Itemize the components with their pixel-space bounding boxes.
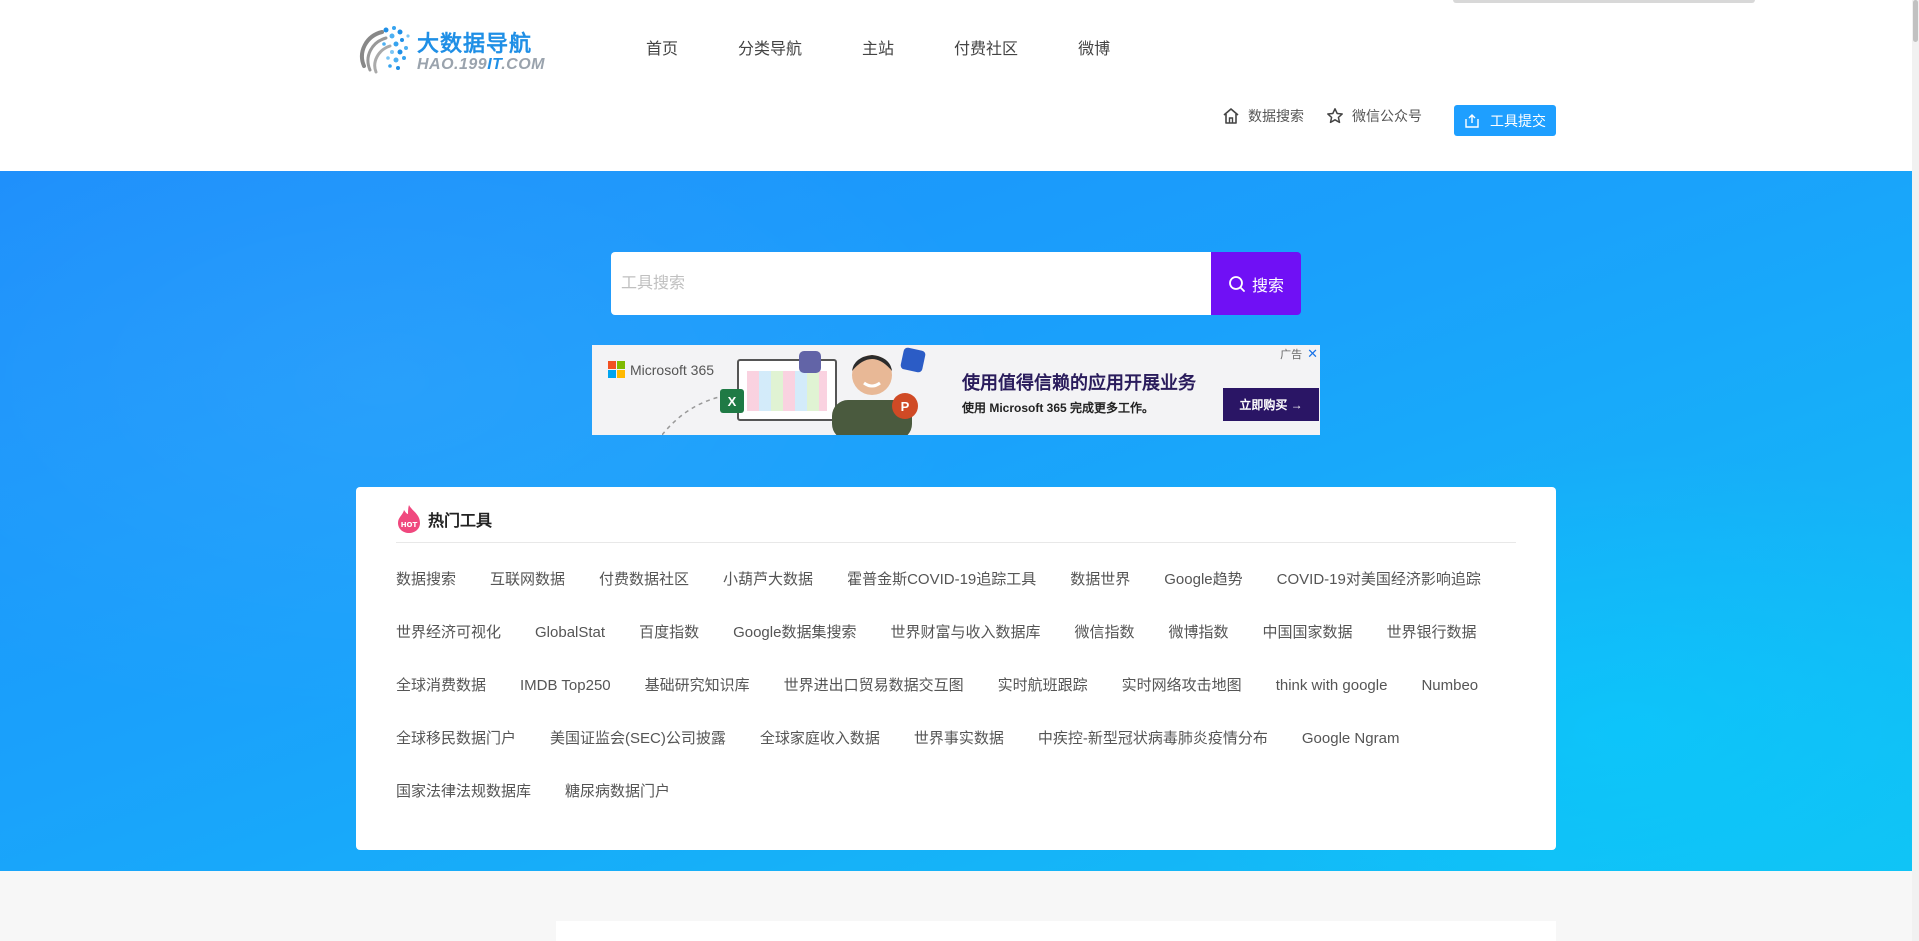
tool-link[interactable]: 实时航班跟踪	[998, 677, 1088, 730]
data-search-label: 数据搜索	[1248, 108, 1304, 124]
content-card-top-edge	[556, 921, 1556, 941]
ad-headline: 使用值得信赖的应用开展业务	[962, 373, 1196, 393]
nav-item-weibo[interactable]: 微博	[1048, 38, 1140, 62]
nav-item-main-site[interactable]: 主站	[832, 38, 924, 62]
tool-link[interactable]: 中国国家数据	[1263, 624, 1353, 677]
tool-link[interactable]: Google Ngram	[1302, 730, 1400, 783]
hot-tools-card: HOT 热门工具 数据搜索 互联网数据 付费数据社区 小葫芦大数据 霍普金斯CO…	[356, 487, 1556, 850]
logo-title: 大数据导航	[417, 31, 533, 56]
tool-link[interactable]: 数据搜索	[396, 571, 456, 624]
microsoft-logo: Microsoft 365	[608, 361, 714, 378]
hot-tools-header: HOT 热门工具	[396, 504, 1516, 543]
tool-link[interactable]: 世界进出口贸易数据交互图	[784, 677, 964, 730]
logo-sub-accent: IT	[487, 56, 502, 73]
tool-link[interactable]: 霍普金斯COVID-19追踪工具	[847, 571, 1036, 624]
logo-subtitle: HAO.199IT.COM	[417, 56, 545, 74]
dropdown-edge	[1453, 0, 1755, 3]
search-button[interactable]: 搜索	[1211, 252, 1301, 315]
tool-link[interactable]: COVID-19对美国经济影响追踪	[1277, 571, 1481, 624]
upload-icon	[1465, 113, 1479, 128]
ad-subline: 使用 Microsoft 365 完成更多工作。	[962, 401, 1155, 415]
powerpoint-icon: P	[892, 393, 918, 419]
hot-tools-title: 热门工具	[428, 512, 493, 530]
submit-tool-label: 工具提交	[1490, 112, 1546, 129]
tool-link[interactable]: 全球消费数据	[396, 677, 486, 730]
hot-tools-list: 数据搜索 互联网数据 付费数据社区 小葫芦大数据 霍普金斯COVID-19追踪工…	[396, 571, 1526, 836]
tool-link[interactable]: 全球移民数据门户	[396, 730, 516, 783]
ad-brand: Microsoft 365	[630, 361, 715, 378]
submit-tool-button[interactable]: 工具提交	[1454, 105, 1556, 136]
tool-link[interactable]: 微信指数	[1074, 624, 1134, 677]
nav-item-categories[interactable]: 分类导航	[708, 38, 832, 62]
tool-link[interactable]: Google趋势	[1164, 571, 1242, 624]
ad-label: 广告	[1280, 349, 1303, 361]
tool-link[interactable]: 糖尿病数据门户	[565, 783, 670, 836]
tool-link[interactable]: IMDB Top250	[520, 677, 611, 730]
logo-sub-suffix: .COM	[501, 56, 546, 73]
site-header: 大数据导航 HAO.199IT.COM 首页 分类导航 主站 付费社区 微博 数…	[0, 0, 1912, 171]
star-icon	[1327, 108, 1343, 124]
ad-close-icon[interactable]: ✕	[1307, 346, 1318, 362]
word-icon	[899, 346, 927, 374]
main-nav: 首页 分类导航 主站 付费社区 微博	[612, 38, 1140, 62]
search-input[interactable]	[611, 252, 1211, 315]
hot-badge-text: HOT	[401, 521, 418, 529]
search-icon	[1229, 275, 1245, 292]
tool-link[interactable]: 中疾控-新型冠状病毒肺炎疫情分布	[1038, 730, 1268, 783]
tool-link[interactable]: 全球家庭收入数据	[760, 730, 880, 783]
search-button-label: 搜索	[1251, 277, 1284, 295]
nav-item-home[interactable]: 首页	[612, 38, 708, 62]
ad-badge: 广告 ✕	[1280, 346, 1318, 362]
ad-buy-button[interactable]: 立即购买 →	[1223, 388, 1319, 421]
tool-link[interactable]: 国家法律法规数据库	[396, 783, 531, 836]
wechat-label: 微信公众号	[1352, 108, 1422, 124]
tool-link[interactable]: 百度指数	[639, 624, 699, 677]
tool-link[interactable]: 实时网络攻击地图	[1122, 677, 1242, 730]
tool-link[interactable]: 世界经济可视化	[396, 624, 501, 677]
hot-fire-icon: HOT	[398, 504, 420, 533]
ad-banner[interactable]: Microsoft 365 X P 使用值得信赖的应用开展业务 使用 Micro…	[592, 345, 1320, 435]
data-search-link[interactable]: 数据搜索	[1222, 106, 1304, 126]
tool-link[interactable]: 世界财富与收入数据库	[890, 624, 1040, 677]
tool-link[interactable]: 微博指数	[1168, 624, 1228, 677]
tool-link[interactable]: 世界银行数据	[1387, 624, 1477, 677]
tool-link[interactable]: 基础研究知识库	[645, 677, 750, 730]
tool-link[interactable]: 小葫芦大数据	[723, 571, 813, 624]
wechat-link[interactable]: 微信公众号	[1326, 106, 1422, 126]
tool-link[interactable]: think with google	[1276, 677, 1388, 730]
tool-link[interactable]: 付费数据社区	[599, 571, 689, 624]
scrollbar-thumb[interactable]	[1913, 0, 1918, 42]
tool-link[interactable]: 美国证监会(SEC)公司披露	[550, 730, 726, 783]
excel-icon: X	[720, 389, 744, 413]
tool-link[interactable]: GlobalStat	[535, 624, 605, 677]
tool-link[interactable]: Google数据集搜索	[733, 624, 856, 677]
site-logo[interactable]: 大数据导航 HAO.199IT.COM	[356, 20, 545, 80]
home-icon	[1223, 108, 1239, 124]
search-box: 搜索	[611, 252, 1301, 315]
page-scrollbar[interactable]	[1912, 0, 1919, 941]
tool-link[interactable]: 世界事实数据	[914, 730, 1004, 783]
dots-globe-icon	[360, 26, 410, 74]
logo-sub-prefix: HAO.199	[417, 56, 488, 73]
tool-link[interactable]: 互联网数据	[490, 571, 565, 624]
hero-banner: 搜索 Microsoft 365 X P 使用值得信赖的应用开展业务 使用 Mi…	[0, 171, 1912, 871]
tool-link[interactable]: Numbeo	[1421, 677, 1478, 730]
utility-links: 数据搜索 微信公众号	[1222, 106, 1444, 126]
microsoft-squares-icon	[608, 361, 625, 378]
nav-item-paid-community[interactable]: 付费社区	[924, 38, 1048, 62]
tool-link[interactable]: 数据世界	[1070, 571, 1130, 624]
